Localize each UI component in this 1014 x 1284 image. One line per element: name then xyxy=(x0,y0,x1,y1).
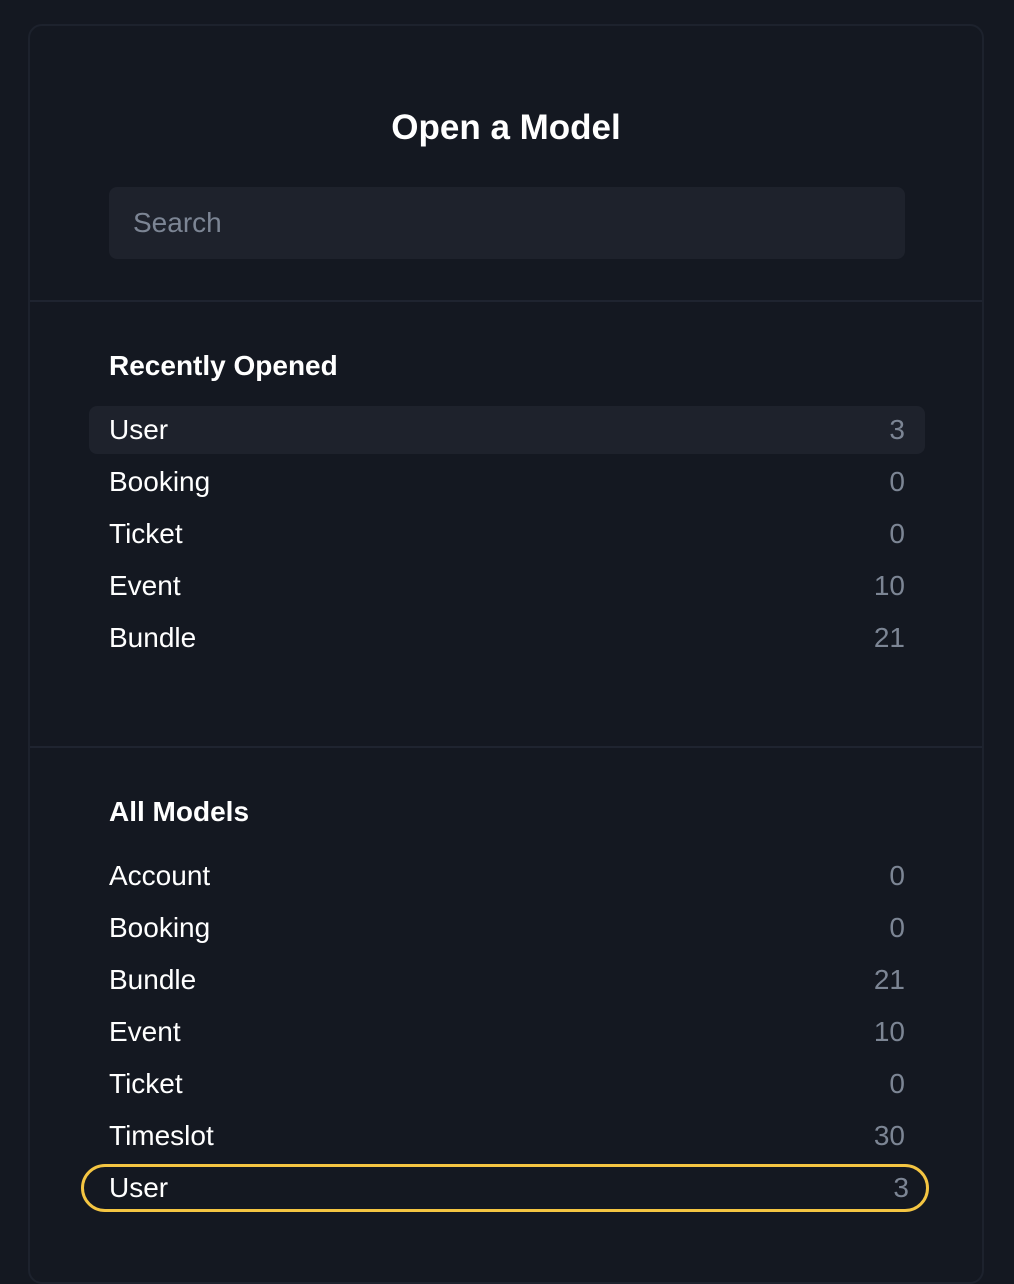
recently-opened-heading: Recently Opened xyxy=(109,350,338,381)
model-name: User xyxy=(109,1172,169,1203)
model-item-user[interactable]: User 3 xyxy=(81,1164,929,1212)
recent-item-user[interactable]: User 3 xyxy=(89,406,925,454)
recent-item-bundle[interactable]: Bundle 21 xyxy=(89,614,925,662)
recent-item-booking[interactable]: Booking 0 xyxy=(89,458,925,506)
model-item-event[interactable]: Event 10 xyxy=(89,1008,925,1056)
model-item-bundle[interactable]: Bundle 21 xyxy=(89,956,925,1004)
model-name: Event xyxy=(109,1016,181,1047)
model-item-booking[interactable]: Booking 0 xyxy=(89,904,925,952)
model-name: Ticket xyxy=(109,1068,183,1099)
recent-item-ticket[interactable]: Ticket 0 xyxy=(89,510,925,558)
recent-item-event[interactable]: Event 10 xyxy=(89,562,925,610)
record-count: 0 xyxy=(889,912,905,943)
record-count: 0 xyxy=(889,860,905,891)
record-count: 3 xyxy=(893,1172,909,1203)
all-models-list: Account 0 Booking 0 Bundle 21 Event 10 T… xyxy=(81,852,929,1216)
record-count: 10 xyxy=(873,570,905,601)
model-name: Bundle xyxy=(109,622,197,653)
model-name: Ticket xyxy=(109,518,183,549)
record-count: 0 xyxy=(889,1068,905,1099)
record-count: 10 xyxy=(873,1016,905,1047)
model-name: Timeslot xyxy=(109,1120,214,1151)
model-item-ticket[interactable]: Ticket 0 xyxy=(89,1060,925,1108)
record-count: 0 xyxy=(889,466,905,497)
model-name: Booking xyxy=(109,912,211,943)
model-name: Booking xyxy=(109,466,211,497)
model-name: Bundle xyxy=(109,964,197,995)
model-name: User xyxy=(109,414,169,445)
all-models-heading: All Models xyxy=(109,796,250,827)
record-count: 30 xyxy=(873,1120,905,1151)
model-name: Event xyxy=(109,570,181,601)
record-count: 21 xyxy=(873,964,905,995)
search-input[interactable] xyxy=(109,187,905,259)
recently-opened-list: User 3 Booking 0 Ticket 0 Event 10 Bundl… xyxy=(89,406,925,666)
model-item-account[interactable]: Account 0 xyxy=(89,852,925,900)
dialog-header: Open a Model xyxy=(30,26,982,302)
record-count: 21 xyxy=(873,622,905,653)
model-item-timeslot[interactable]: Timeslot 30 xyxy=(89,1112,925,1160)
model-name: Account xyxy=(109,860,211,891)
record-count: 0 xyxy=(889,518,905,549)
record-count: 3 xyxy=(889,414,905,445)
recently-opened-section: Recently Opened User 3 Booking 0 Ticket … xyxy=(30,302,982,748)
open-model-dialog: Open a Model Recently Opened User 3 Book… xyxy=(28,24,984,1284)
dialog-title: Open a Model xyxy=(391,108,621,147)
